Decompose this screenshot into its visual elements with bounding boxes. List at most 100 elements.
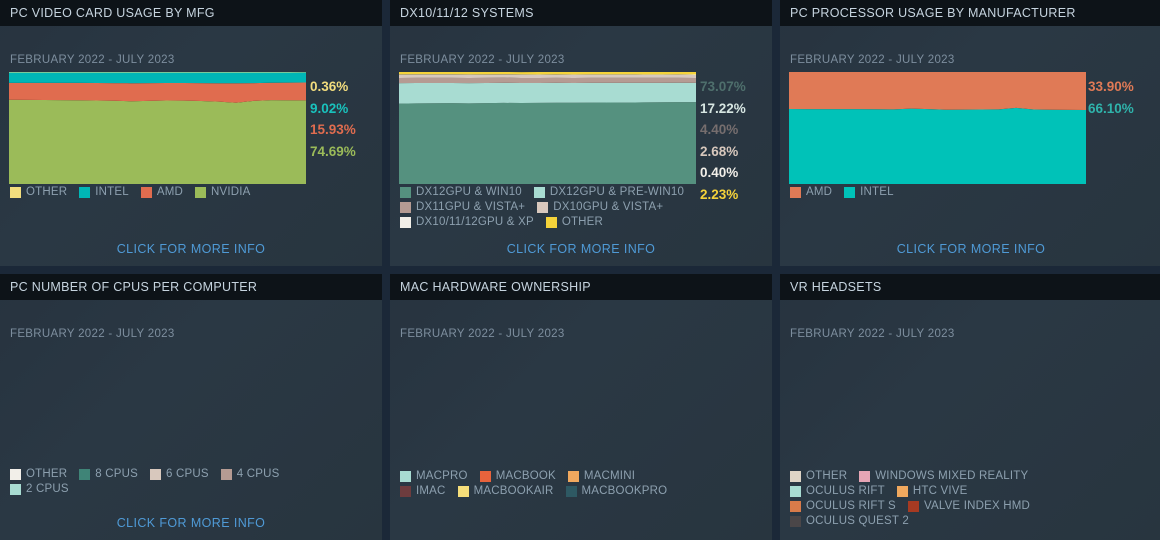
area-series — [399, 102, 696, 184]
chart-area[interactable] — [9, 72, 306, 184]
click-for-more-info-link[interactable]: CLICK FOR MORE INFO — [390, 242, 772, 256]
stacked-area-chart — [399, 72, 696, 184]
legend-item[interactable]: DX10GPU & VISTA+ — [537, 201, 663, 213]
click-for-more-info-link[interactable]: CLICK FOR MORE INFO — [0, 242, 382, 256]
date-range-label: FEBRUARY 2022 - JULY 2023 — [790, 54, 955, 66]
value-labels: 73.07% 17.22% 4.40% 2.68% 0.40% 2.23% — [700, 80, 746, 201]
legend-item[interactable]: DX12GPU & PRE-WIN10 — [533, 186, 685, 198]
chart-legend: OTHER WINDOWS MIXED REALITY OCULUS RIFT HTC… — [790, 470, 1090, 527]
legend-item[interactable]: OTHER — [10, 468, 67, 480]
legend-swatch-icon — [844, 186, 856, 198]
legend-item[interactable]: MACBOOKPRO — [565, 485, 668, 497]
legend-swatch-icon — [140, 186, 152, 198]
legend-swatch-icon — [150, 468, 161, 480]
value-label: 17.22% — [700, 100, 746, 116]
legend-label: MACBOOK — [495, 470, 556, 482]
chart-legend: AMD INTEL — [790, 186, 1090, 198]
legend-label: OCULUS QUEST 2 — [806, 515, 909, 527]
chart-area[interactable] — [399, 72, 696, 184]
legend-swatch-icon — [790, 485, 801, 497]
area-series — [399, 77, 696, 84]
panel-pc-video-card-usage-by-mfg[interactable]: PC VIDEO CARD USAGE BY MFG FEBRUARY 2022 … — [0, 0, 382, 266]
legend-item[interactable]: VALVE INDEX HMD — [907, 500, 1030, 512]
legend-swatch-icon — [400, 216, 411, 228]
legend-label: OCULUS RIFT — [806, 485, 885, 497]
legend-swatch-icon — [400, 186, 411, 198]
legend-swatch-icon — [790, 186, 801, 198]
legend-label: DX12GPU & WIN10 — [416, 186, 522, 198]
legend-swatch-icon — [567, 470, 579, 482]
legend-item[interactable]: 4 CPUS — [220, 468, 280, 480]
legend-label: OTHER — [26, 186, 68, 198]
legend-swatch-icon — [195, 186, 206, 198]
click-for-more-info-link[interactable]: CLICK FOR MORE INFO — [780, 242, 1160, 256]
legend-item[interactable]: OTHER — [790, 470, 847, 482]
panel-pc-processor-usage-by-manufacturer[interactable]: PC PROCESSOR USAGE BY MANUFACTURER FEBRUA… — [780, 0, 1160, 266]
legend-item[interactable]: MACMINI — [567, 470, 636, 482]
legend-item[interactable]: MACBOOKAIR — [457, 485, 554, 497]
legend-item[interactable]: AMD — [790, 186, 832, 198]
value-label: 2.68% — [700, 143, 739, 159]
legend-item[interactable]: NVIDIA — [195, 186, 251, 198]
legend-swatch-icon — [10, 483, 21, 495]
chart-area[interactable] — [789, 72, 1086, 184]
legend-item[interactable]: OTHER — [545, 216, 603, 228]
value-label: 2.23% — [700, 186, 739, 202]
legend-item[interactable]: DX11GPU & VISTA+ — [400, 201, 525, 213]
panel-dx10-11-12-systems[interactable]: DX10/11/12 SYSTEMS FEBRUARY 2022 - JULY 2… — [390, 0, 772, 266]
legend-label: HTC VIVE — [912, 485, 968, 497]
legend-label: MACPRO — [416, 470, 468, 482]
legend-swatch-icon — [790, 500, 801, 512]
legend-item[interactable]: 2 CPUS — [10, 483, 69, 495]
legend-item[interactable]: MACPRO — [400, 470, 468, 482]
panel-header: DX10/11/12 SYSTEMS — [390, 0, 772, 26]
legend-label: MACMINI — [583, 470, 636, 482]
chart-legend: MACPRO MACBOOK MACMINI IMAC MACBOOKAIR MACBOO… — [400, 470, 700, 497]
panel-body: FEBRUARY 2022 - JULY 2023 73.07% 17.22% 4.4… — [390, 26, 772, 266]
legend-swatch-icon — [790, 470, 801, 482]
date-range-label: FEBRUARY 2022 - JULY 2023 — [10, 54, 175, 66]
legend-label: INTEL — [95, 186, 129, 198]
legend-item[interactable]: DX10/11/12GPU & XP — [400, 216, 534, 228]
panel-header: PC PROCESSOR USAGE BY MANUFACTURER — [780, 0, 1160, 26]
legend-label: NVIDIA — [211, 186, 251, 198]
legend-label: 2 CPUS — [26, 483, 69, 495]
panel-mac-hardware-ownership[interactable]: MAC HARDWARE OWNERSHIP FEBRUARY 2022 - JU… — [390, 274, 772, 540]
panel-header: PC VIDEO CARD USAGE BY MFG — [0, 0, 382, 26]
panel-vr-headsets[interactable]: VR HEADSETS FEBRUARY 2022 - JULY 20239.66… — [780, 274, 1160, 540]
legend-item[interactable]: OCULUS RIFT — [790, 485, 885, 497]
legend-item[interactable]: INTEL — [79, 186, 129, 198]
legend-label: OTHER — [806, 470, 848, 482]
value-label: 73.07% — [700, 79, 746, 94]
area-series — [9, 82, 306, 103]
legend-label: OCULUS RIFT S — [806, 500, 896, 512]
legend-item[interactable]: 8 CPUS — [79, 468, 138, 480]
legend-item[interactable]: OCULUS RIFT S — [790, 500, 896, 512]
value-label: 74.69% — [310, 143, 356, 159]
legend-label: OTHER — [26, 468, 68, 480]
legend-item[interactable]: HTC VIVE — [896, 485, 968, 497]
value-label: 0.40% — [700, 165, 739, 180]
legend-swatch-icon — [220, 468, 232, 480]
legend-item[interactable]: IMAC — [400, 485, 446, 497]
legend-swatch-icon — [896, 485, 908, 497]
legend-item[interactable]: WINDOWS MIXED REALITY — [859, 470, 1028, 482]
legend-item[interactable]: AMD — [140, 186, 183, 198]
date-range-label: FEBRUARY 2022 - JULY 2023 — [400, 328, 565, 340]
legend-swatch-icon — [79, 186, 91, 198]
panel-pc-number-of-cpus-per-computer[interactable]: PC NUMBER OF CPUS PER COMPUTER FEBRUARY 2… — [0, 274, 382, 540]
legend-item[interactable]: OCULUS QUEST 2 — [790, 515, 909, 527]
legend-item[interactable]: INTEL — [844, 186, 894, 198]
panel-header: VR HEADSETS — [780, 274, 1160, 300]
value-label: 66.10% — [1088, 100, 1134, 116]
legend-item[interactable]: OTHER — [10, 186, 67, 198]
area-series — [399, 74, 696, 78]
legend-item[interactable]: MACBOOK — [479, 470, 556, 482]
legend-item[interactable]: DX12GPU & WIN10 — [400, 186, 522, 198]
click-for-more-info-link[interactable]: CLICK FOR MORE INFO — [0, 516, 382, 530]
legend-item[interactable]: 6 CPUS — [150, 468, 209, 480]
legend-swatch-icon — [400, 201, 411, 213]
legend-label: DX12GPU & PRE-WIN10 — [549, 186, 685, 198]
legend-swatch-icon — [790, 515, 801, 527]
legend-swatch-icon — [537, 201, 549, 213]
